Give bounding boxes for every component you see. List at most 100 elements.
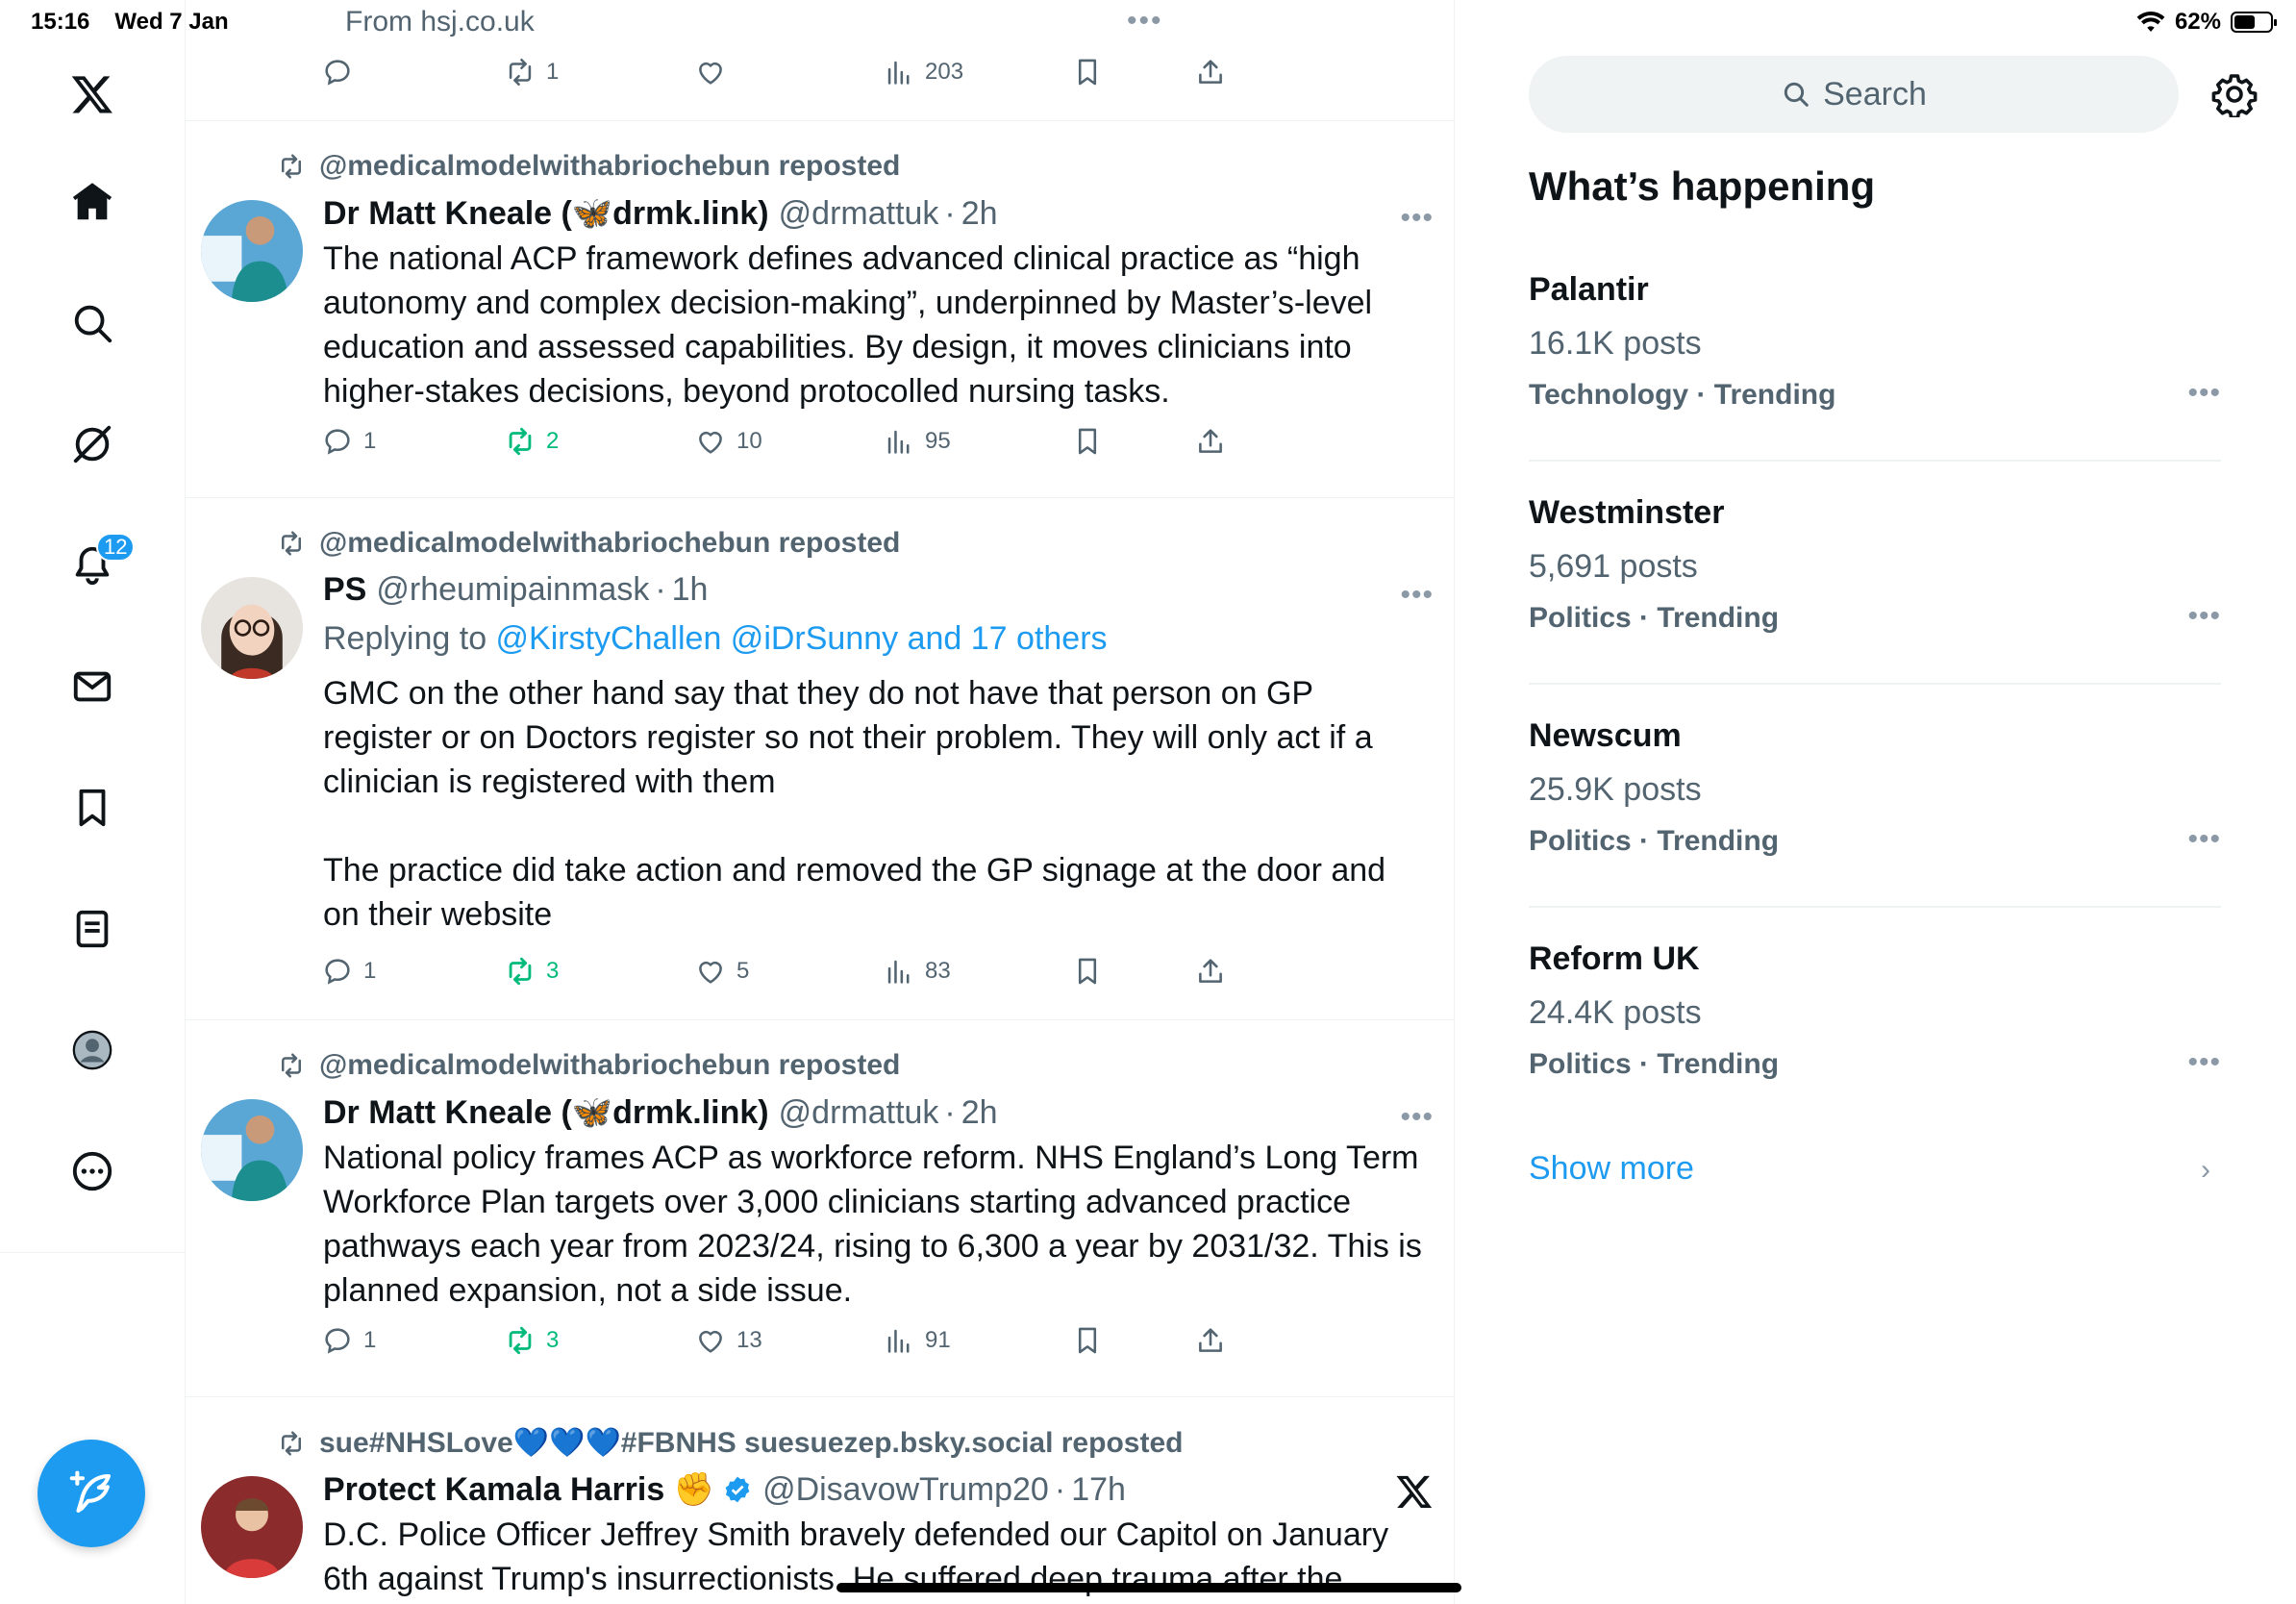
tweet-time[interactable]: 17h — [1071, 1471, 1126, 1509]
tweet-time[interactable]: 1h — [672, 571, 709, 609]
reply-button[interactable]: 1 — [321, 955, 376, 988]
user-handle[interactable]: @drmattuk — [779, 1094, 939, 1132]
views-button[interactable]: 95 — [883, 425, 951, 458]
heart-icon — [699, 1330, 722, 1353]
separator-dot: · — [944, 194, 956, 232]
separator-dot: · — [655, 571, 666, 608]
share-button[interactable] — [1194, 955, 1227, 988]
tweet-more-options-icon[interactable]: ••• — [1400, 202, 1434, 235]
share-button[interactable] — [1194, 56, 1227, 88]
like-button[interactable]: 5 — [694, 955, 749, 988]
repost-attribution[interactable]: sue#NHSLove💙💙💙#FBNHS suesuezep.bsky.soci… — [277, 1426, 1183, 1460]
display-name[interactable]: Protect Kamala Harris ✊ — [323, 1470, 714, 1509]
like-count: 5 — [736, 958, 750, 984]
user-handle[interactable]: @drmattuk — [779, 195, 939, 233]
tweet-header: Protect Kamala Harris ✊ @DisavowTrump20 … — [323, 1470, 1126, 1509]
heart-icon — [699, 431, 722, 454]
tweet[interactable]: @medicalmodelwithabriochebun reposted Dr… — [186, 121, 1454, 498]
like-button[interactable]: 10 — [694, 425, 762, 458]
x-logo-icon[interactable] — [62, 63, 123, 125]
profile-avatar-icon[interactable] — [62, 1019, 123, 1081]
trend-item[interactable]: Reform UK 24.4K posts Politics · Trendin… — [1529, 940, 2221, 1094]
trend-more-options-icon[interactable]: ••• — [2187, 1046, 2221, 1079]
bookmark-button[interactable] — [1071, 425, 1104, 458]
repost-icon — [282, 154, 301, 179]
search-icon[interactable] — [62, 292, 123, 354]
tweet-time[interactable]: 2h — [961, 195, 998, 233]
tweet-more-options-icon[interactable]: ••• — [1400, 579, 1434, 612]
bookmark-button[interactable] — [1071, 56, 1104, 88]
views-button[interactable]: 83 — [883, 955, 951, 988]
tweet-paragraph: The national ACP framework defines advan… — [323, 240, 1373, 410]
replying-to-users-link[interactable]: @KirstyChallen @iDrSunny and 17 others — [496, 620, 1108, 657]
repost-button[interactable]: 1 — [504, 56, 559, 88]
display-name[interactable]: Dr Matt Kneale (🦋drmk.link) — [323, 194, 769, 233]
reply-button[interactable]: 1 — [321, 425, 376, 458]
trend-item[interactable]: Palantir 16.1K posts Technology · Trendi… — [1529, 271, 2221, 425]
settings-gear-icon[interactable] — [2211, 71, 2258, 119]
like-button[interactable] — [694, 56, 727, 88]
more-options-circle-icon[interactable] — [62, 1140, 123, 1202]
views-button[interactable]: 203 — [883, 56, 963, 88]
share-upload-icon — [1199, 1328, 1222, 1352]
tweet-paragraph: The practice did take action and removed… — [323, 852, 1386, 933]
tweet-time[interactable]: 2h — [961, 1094, 998, 1132]
repost-count: 2 — [546, 428, 560, 454]
bookmarks-icon[interactable] — [62, 777, 123, 839]
user-avatar[interactable] — [201, 1099, 303, 1201]
trend-item[interactable]: Westminster 5,691 posts Politics · Trend… — [1529, 494, 2221, 648]
tweet[interactable]: sue#NHSLove💙💙💙#FBNHS suesuezep.bsky.soci… — [186, 1397, 1454, 1604]
reply-bubble-icon — [325, 60, 350, 86]
reply-button[interactable]: 1 — [321, 1324, 376, 1357]
user-avatar[interactable] — [201, 577, 303, 679]
tweet-more-options-icon[interactable]: ••• — [1400, 1101, 1434, 1134]
link-source[interactable]: From hsj.co.uk — [345, 6, 535, 38]
bookmark-button[interactable] — [1071, 955, 1104, 988]
search-icon — [1784, 82, 1809, 107]
show-more-link[interactable]: Show more — [1529, 1150, 1694, 1188]
repost-attribution[interactable]: @medicalmodelwithabriochebun reposted — [277, 150, 900, 183]
reply-button[interactable] — [321, 56, 354, 88]
notifications-bell-icon[interactable]: 12 — [62, 533, 136, 596]
share-upload-icon — [1199, 429, 1222, 453]
repost-button[interactable]: 3 — [504, 955, 559, 988]
repost-button[interactable]: 3 — [504, 1324, 559, 1357]
repost-icon — [282, 1053, 301, 1078]
search-input[interactable]: Search — [1529, 56, 2179, 133]
repost-icon — [509, 1326, 532, 1355]
like-button[interactable]: 13 — [694, 1324, 762, 1357]
compose-post-button[interactable] — [37, 1440, 145, 1547]
partial-tweet[interactable]: From hsj.co.uk 1 203 — [186, 0, 1454, 121]
share-button[interactable] — [1194, 1324, 1227, 1357]
user-handle[interactable]: @rheumipainmask — [376, 571, 649, 609]
repost-attribution[interactable]: @medicalmodelwithabriochebun reposted — [277, 1049, 900, 1082]
bookmark-icon — [1078, 958, 1097, 985]
messages-envelope-icon[interactable] — [62, 656, 123, 717]
display-name[interactable]: Dr Matt Kneale (🦋drmk.link) — [323, 1093, 769, 1132]
tweet[interactable]: @medicalmodelwithabriochebun reposted Dr… — [186, 1020, 1454, 1397]
trend-more-options-icon[interactable]: ••• — [2187, 600, 2221, 633]
user-handle[interactable]: @DisavowTrump20 — [762, 1471, 1049, 1509]
trend-item[interactable]: Newscum 25.9K posts Politics · Trending … — [1529, 717, 2221, 871]
tweet-actions: 1 2 10 95 — [321, 425, 1244, 464]
repost-button[interactable]: 2 — [504, 425, 559, 458]
verified-badge-icon — [725, 1476, 750, 1503]
trend-more-options-icon[interactable]: ••• — [2187, 823, 2221, 856]
trend-divider — [1529, 460, 2221, 462]
display-name[interactable]: PS — [323, 571, 366, 609]
lists-icon[interactable] — [62, 898, 123, 960]
repost-attribution[interactable]: @medicalmodelwithabriochebun reposted — [277, 527, 900, 560]
bar-chart-icon — [887, 430, 910, 454]
user-avatar[interactable] — [201, 1476, 303, 1578]
user-avatar[interactable] — [201, 200, 303, 302]
share-button[interactable] — [1194, 425, 1227, 458]
bookmark-button[interactable] — [1071, 1324, 1104, 1357]
grok-icon[interactable] — [62, 414, 123, 475]
home-indicator[interactable] — [836, 1583, 1461, 1592]
nav-divider — [0, 1252, 186, 1253]
trend-more-options-icon[interactable]: ••• — [2187, 377, 2221, 410]
views-button[interactable]: 91 — [883, 1324, 951, 1357]
tweet[interactable]: @medicalmodelwithabriochebun reposted PS… — [186, 498, 1454, 1020]
home-icon[interactable] — [62, 171, 123, 233]
chevron-right-icon[interactable]: › — [2201, 1154, 2210, 1187]
